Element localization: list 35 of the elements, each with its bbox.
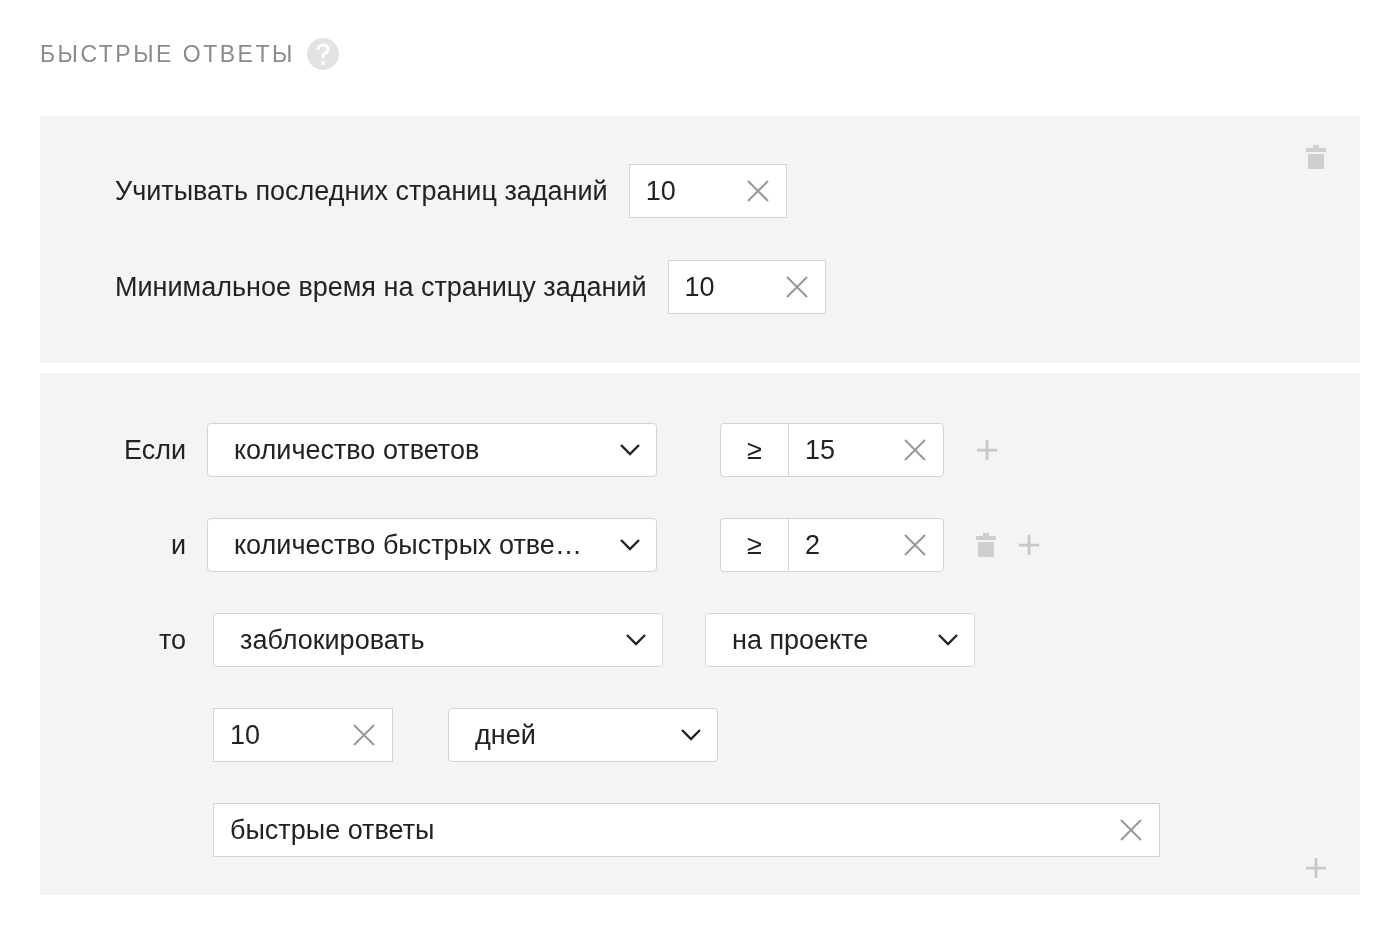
- field-label: Минимальное время на страницу заданий: [115, 271, 647, 303]
- input-field[interactable]: 10: [628, 164, 787, 218]
- dropdown[interactable]: на проекте: [705, 613, 975, 667]
- connector-label: Если: [122, 434, 187, 466]
- dropdown[interactable]: заблокировать: [213, 613, 663, 667]
- section-title: БЫСТРЫЕ ОТВЕТЫ: [40, 40, 295, 68]
- clear-icon[interactable]: [745, 179, 770, 203]
- clear-icon[interactable]: [903, 438, 927, 462]
- trash-icon[interactable]: [1306, 145, 1326, 169]
- dropdown[interactable]: количество ответов: [207, 423, 657, 477]
- chevron-down-icon: [620, 539, 640, 551]
- trash-icon[interactable]: [976, 533, 996, 557]
- clear-icon[interactable]: [784, 275, 809, 299]
- connector-label: то: [157, 624, 187, 656]
- input-field[interactable]: 2: [788, 518, 944, 572]
- clear-icon[interactable]: [1119, 818, 1143, 842]
- plus-icon[interactable]: [976, 439, 998, 461]
- chevron-down-icon: [938, 634, 958, 646]
- clear-icon[interactable]: [352, 723, 376, 747]
- plus-icon[interactable]: [1018, 534, 1040, 556]
- chevron-down-icon: [620, 444, 640, 456]
- dropdown[interactable]: количество быстрых отве…: [207, 518, 657, 572]
- input-field[interactable]: 10: [667, 260, 826, 314]
- plus-icon[interactable]: [1305, 857, 1327, 879]
- input-field[interactable]: 10: [213, 708, 393, 762]
- chevron-down-icon: [626, 634, 646, 646]
- operator-dropdown[interactable]: ≥: [720, 423, 788, 477]
- input-field[interactable]: быстрые ответы: [213, 803, 1160, 857]
- dropdown[interactable]: дней: [448, 708, 718, 762]
- input-field[interactable]: 15: [788, 423, 944, 477]
- operator-dropdown[interactable]: ≥: [720, 518, 788, 572]
- field-label: Учитывать последних страниц заданий: [115, 175, 608, 207]
- clear-icon[interactable]: [903, 533, 927, 557]
- connector-label: и: [169, 529, 187, 561]
- chevron-down-icon: [681, 729, 701, 741]
